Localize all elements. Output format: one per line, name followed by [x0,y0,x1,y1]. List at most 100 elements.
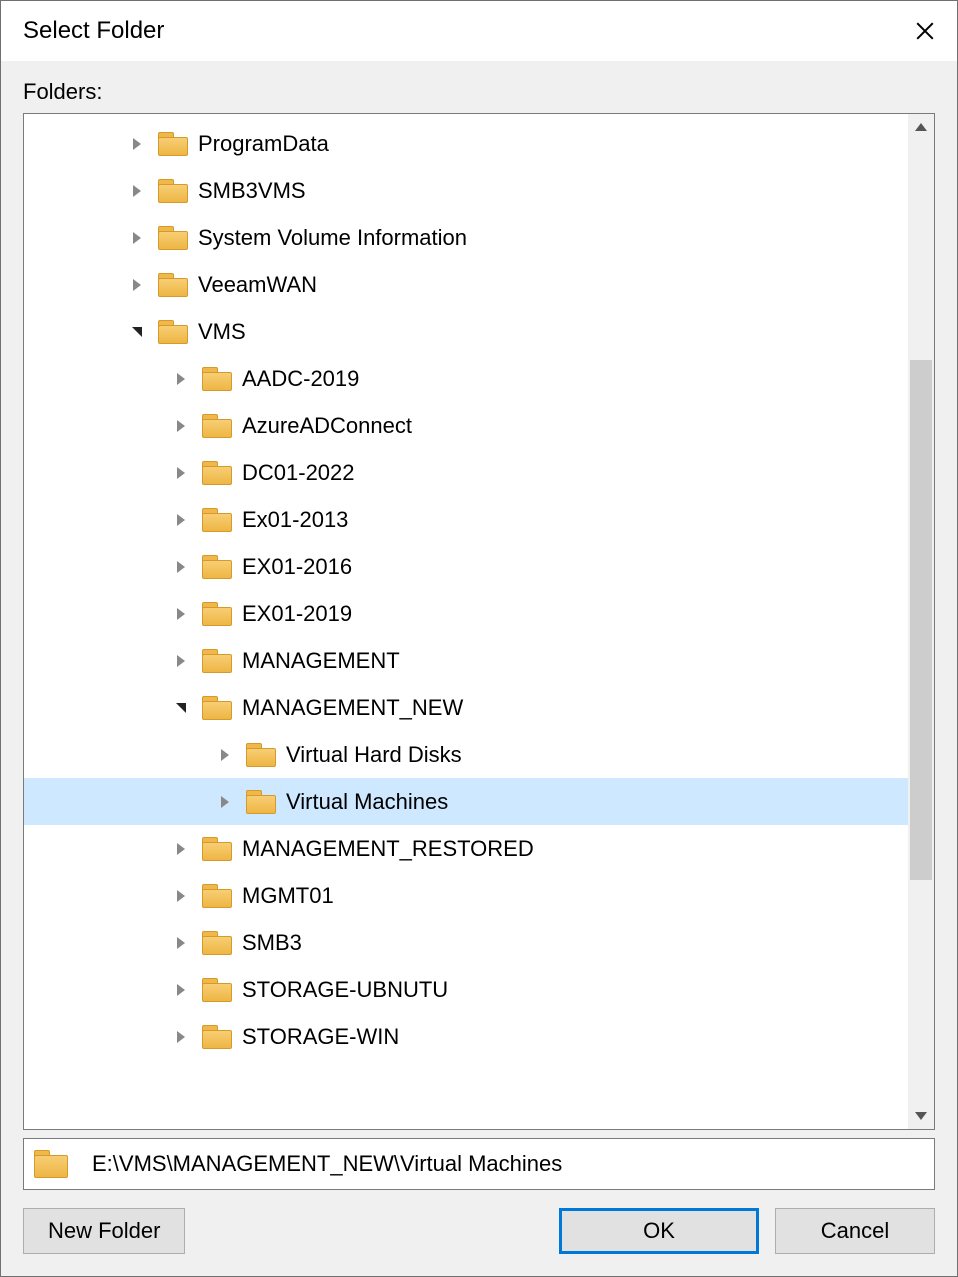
tree-row-label: STORAGE-UBNUTU [242,977,448,1003]
tree-row[interactable]: DC01-2022 [24,449,908,496]
close-button[interactable] [907,13,943,49]
folder-icon [158,132,188,156]
tree-row[interactable]: VeeamWAN [24,261,908,308]
scrollbar[interactable] [908,114,934,1129]
tree-row-label: STORAGE-WIN [242,1024,399,1050]
tree-row[interactable]: AzureADConnect [24,402,908,449]
chevron-right-icon[interactable] [124,272,150,298]
tree-row[interactable]: System Volume Information [24,214,908,261]
folder-icon [202,602,232,626]
chevron-right-icon[interactable] [124,178,150,204]
folder-icon [202,837,232,861]
scroll-thumb[interactable] [910,360,932,880]
folder-icon [246,743,276,767]
chevron-right-icon[interactable] [168,930,194,956]
tree-row-label: Virtual Machines [286,789,448,815]
button-row: New Folder OK Cancel [23,1208,935,1254]
tree-row-label: MANAGEMENT_RESTORED [242,836,534,862]
dialog-title: Select Folder [23,17,164,45]
tree-row-label: SMB3VMS [198,178,306,204]
chevron-right-icon[interactable] [168,554,194,580]
folders-label: Folders: [23,79,935,105]
tree-row-label: SMB3 [242,930,302,956]
chevron-right-icon[interactable] [168,977,194,1003]
tree-row-label: Virtual Hard Disks [286,742,462,768]
chevron-down-icon[interactable] [124,319,150,345]
chevron-right-icon[interactable] [168,1024,194,1050]
chevron-down-icon [915,1112,927,1120]
chevron-right-icon[interactable] [168,413,194,439]
selected-path-text: E:\VMS\MANAGEMENT_NEW\Virtual Machines [92,1151,562,1177]
folder-icon [202,461,232,485]
cancel-button[interactable]: Cancel [775,1208,935,1254]
folder-icon [202,367,232,391]
folder-tree-container: ProgramDataSMB3VMSSystem Volume Informat… [23,113,935,1130]
chevron-right-icon[interactable] [168,460,194,486]
tree-row[interactable]: MANAGEMENT_NEW [24,684,908,731]
tree-row-label: System Volume Information [198,225,467,251]
scroll-track[interactable] [908,140,934,1103]
chevron-right-icon[interactable] [168,366,194,392]
folder-tree[interactable]: ProgramDataSMB3VMSSystem Volume Informat… [24,114,908,1129]
select-folder-dialog: Select Folder Folders: ProgramDataSMB3VM… [0,0,958,1277]
folder-icon [246,790,276,814]
tree-row[interactable]: ProgramData [24,120,908,167]
ok-button[interactable]: OK [559,1208,759,1254]
folder-icon [158,320,188,344]
tree-row-label: MGMT01 [242,883,334,909]
scroll-up-button[interactable] [908,114,934,140]
tree-row[interactable]: EX01-2016 [24,543,908,590]
tree-row[interactable]: EX01-2019 [24,590,908,637]
folder-icon [34,1150,68,1178]
scroll-down-button[interactable] [908,1103,934,1129]
tree-row[interactable]: AADC-2019 [24,355,908,402]
new-folder-button[interactable]: New Folder [23,1208,185,1254]
tree-row[interactable]: MANAGEMENT [24,637,908,684]
folder-icon [202,414,232,438]
close-icon [914,20,936,42]
chevron-right-icon[interactable] [168,836,194,862]
tree-row-label: MANAGEMENT_NEW [242,695,463,721]
tree-row[interactable]: MGMT01 [24,872,908,919]
tree-row-label: AADC-2019 [242,366,359,392]
folder-icon [202,696,232,720]
tree-row[interactable]: STORAGE-UBNUTU [24,966,908,1013]
tree-row-label: EX01-2019 [242,601,352,627]
chevron-right-icon[interactable] [168,507,194,533]
chevron-down-icon[interactable] [168,695,194,721]
tree-row-label: Ex01-2013 [242,507,348,533]
selected-path-bar[interactable]: E:\VMS\MANAGEMENT_NEW\Virtual Machines [23,1138,935,1190]
folder-icon [158,179,188,203]
tree-row[interactable]: SMB3VMS [24,167,908,214]
chevron-up-icon [915,123,927,131]
tree-row-label: AzureADConnect [242,413,412,439]
chevron-right-icon[interactable] [124,225,150,251]
chevron-right-icon[interactable] [168,883,194,909]
folder-icon [202,884,232,908]
tree-row-label: VeeamWAN [198,272,317,298]
dialog-body: Folders: ProgramDataSMB3VMSSystem Volume… [1,61,957,1276]
folder-icon [202,931,232,955]
tree-row[interactable]: SMB3 [24,919,908,966]
chevron-right-icon[interactable] [168,601,194,627]
tree-row[interactable]: VMS [24,308,908,355]
chevron-right-icon[interactable] [168,648,194,674]
tree-row-label: EX01-2016 [242,554,352,580]
tree-row-label: MANAGEMENT [242,648,400,674]
folder-icon [202,649,232,673]
tree-row[interactable]: Ex01-2013 [24,496,908,543]
tree-row[interactable]: Virtual Machines [24,778,908,825]
tree-row[interactable]: STORAGE-WIN [24,1013,908,1060]
folder-icon [202,555,232,579]
tree-row-label: ProgramData [198,131,329,157]
chevron-right-icon[interactable] [124,131,150,157]
tree-row-label: VMS [198,319,246,345]
tree-row-label: DC01-2022 [242,460,355,486]
tree-row[interactable]: Virtual Hard Disks [24,731,908,778]
chevron-right-icon[interactable] [212,789,238,815]
chevron-right-icon[interactable] [212,742,238,768]
folder-icon [202,1025,232,1049]
tree-row[interactable]: MANAGEMENT_RESTORED [24,825,908,872]
folder-icon [202,508,232,532]
folder-icon [158,226,188,250]
